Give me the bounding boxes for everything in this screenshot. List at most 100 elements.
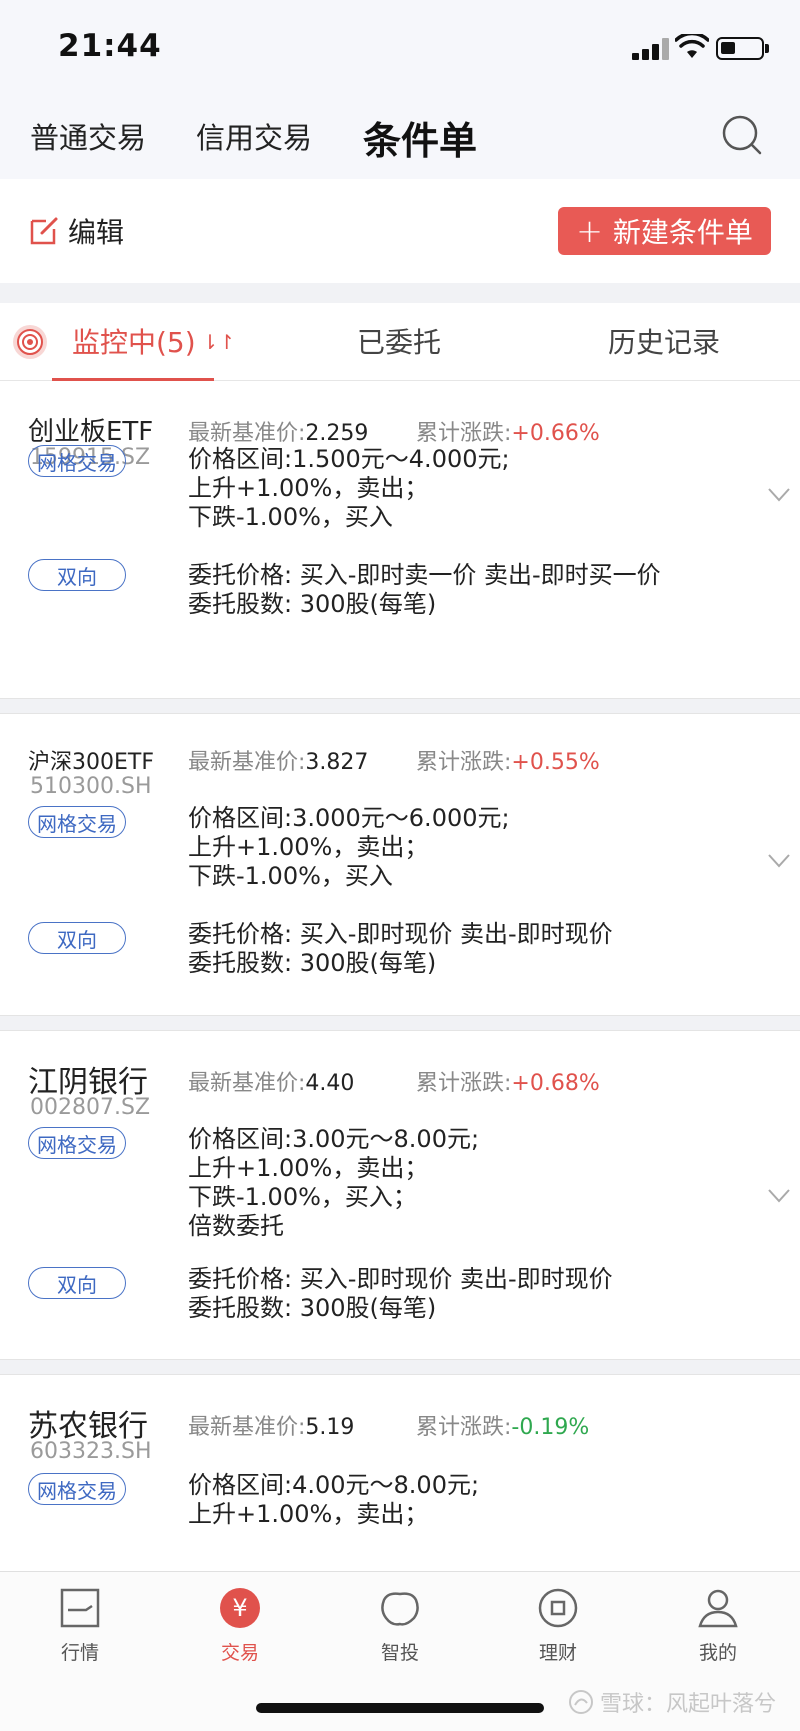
- tab-profile[interactable]: 我的: [668, 1586, 768, 1665]
- cumulative-change: 累计涨跌:-0.19%: [416, 1409, 589, 1441]
- top-nav: 普通交易 信用交易 条件单: [0, 95, 800, 179]
- rule-line: 价格区间:3.000元～6.000元;: [188, 804, 510, 832]
- tab-trade[interactable]: ¥ 交易: [190, 1586, 290, 1665]
- change-label: 累计涨跌:: [416, 1415, 512, 1440]
- market-chart-icon: [60, 1588, 100, 1628]
- change-label: 累计涨跌:: [416, 421, 512, 446]
- rule-line: 上升+1.00%，卖出；: [188, 1154, 429, 1182]
- edit-icon: [30, 217, 58, 245]
- change-value: -0.19%: [511, 1415, 590, 1440]
- watermark: 雪球：风起叶落兮: [568, 1686, 776, 1718]
- base-price-label: 最新基准价:: [188, 1415, 306, 1440]
- stock-code: 002807.SZ: [30, 1095, 151, 1120]
- rule-block: 价格区间:1.500元～4.000元; 上升+1.00%，卖出； 下跌-1.00…: [188, 445, 510, 532]
- tab-label: 交易: [220, 1642, 259, 1664]
- bidirectional-tag: 双向: [28, 559, 126, 591]
- trade-yen-glyph: ¥: [232, 1594, 247, 1622]
- tab-label: 智投: [380, 1642, 419, 1664]
- tab-label: 我的: [698, 1642, 737, 1664]
- tab-monitoring[interactable]: 监控中(5) ⇂↾: [72, 321, 235, 361]
- card-divider: [0, 698, 800, 714]
- tab-smart-invest[interactable]: 智投: [350, 1586, 450, 1665]
- search-icon[interactable]: [720, 113, 764, 157]
- wealth-icon: [538, 1588, 578, 1628]
- base-price: 最新基准价:4.40: [188, 1065, 354, 1097]
- entrust-shares: 委托股数: 300股(每笔): [188, 1294, 437, 1322]
- entrust-price: 委托价格: 买入-即时卖一价 卖出-即时买一价: [188, 561, 661, 589]
- entrust-price: 委托价格: 买入-即时现价 卖出-即时现价: [188, 920, 613, 948]
- home-indicator[interactable]: [256, 1703, 544, 1713]
- rule-line: 上升+1.00%，卖出；: [188, 833, 429, 861]
- user-icon: [698, 1589, 738, 1628]
- sort-icon[interactable]: ⇂↾: [202, 330, 236, 354]
- rule-line: 倍数委托: [188, 1212, 284, 1240]
- snowball-logo-icon: [569, 1690, 593, 1714]
- status-bar: 21:44: [0, 0, 800, 95]
- tab-history[interactable]: 历史记录: [608, 321, 720, 361]
- change-label: 累计涨跌:: [416, 1071, 512, 1096]
- rule-line: 上升+1.00%，卖出；: [188, 1500, 429, 1528]
- chevron-down-icon[interactable]: [768, 1189, 790, 1203]
- entrust-block: 委托价格: 买入-即时现价 卖出-即时现价 委托股数: 300股(每笔): [188, 1265, 613, 1323]
- page: 21:44 普通交易 信用交易 条件单 编辑 + 新建条件单 监控中(5) ⇂↾…: [0, 0, 800, 1731]
- tab-market[interactable]: 行情: [30, 1586, 130, 1665]
- tab-entrusted[interactable]: 已委托: [357, 321, 441, 361]
- base-price-value: 5.19: [305, 1415, 355, 1440]
- tab-conditional-order[interactable]: 条件单: [363, 110, 477, 165]
- rule-line: 上升+1.00%，卖出；: [188, 474, 429, 502]
- tab-credit-trade[interactable]: 信用交易: [196, 115, 312, 157]
- grid-trade-tag: 网格交易: [28, 1473, 126, 1505]
- base-price-label: 最新基准价:: [188, 1071, 306, 1096]
- order-card[interactable]: 江阴银行 002807.SZ 最新基准价:4.40 累计涨跌:+0.68% 网格…: [0, 1031, 800, 1359]
- change-label: 累计涨跌:: [416, 750, 512, 775]
- tab-wealth[interactable]: 理财: [508, 1586, 608, 1665]
- rule-block: 价格区间:3.000元～6.000元; 上升+1.00%，卖出； 下跌-1.00…: [188, 804, 510, 891]
- base-price-label: 最新基准价:: [188, 421, 306, 446]
- order-card[interactable]: 创业板ETF 159915.SZ 最新基准价:2.259 累计涨跌:+0.66%…: [0, 381, 800, 698]
- rule-line: 下跌-1.00%，买入；: [188, 1183, 417, 1211]
- stock-name: 创业板ETF: [28, 417, 154, 447]
- entrust-price: 委托价格: 买入-即时现价 卖出-即时现价: [188, 1265, 613, 1293]
- stock-code: 603323.SH: [30, 1439, 152, 1464]
- base-price: 最新基准价:2.259: [188, 415, 368, 447]
- order-card[interactable]: 沪深300ETF 510300.SH 最新基准价:3.827 累计涨跌:+0.5…: [0, 714, 800, 1015]
- chevron-down-icon[interactable]: [768, 488, 790, 502]
- rule-block: 价格区间:3.00元～8.00元; 上升+1.00%，卖出； 下跌-1.00%，…: [188, 1125, 479, 1241]
- cumulative-change: 累计涨跌:+0.55%: [416, 744, 600, 776]
- grid-trade-tag: 网格交易: [28, 445, 126, 477]
- grid-trade-tag: 网格交易: [28, 806, 126, 838]
- plus-icon: +: [576, 212, 603, 250]
- order-list: 创业板ETF 159915.SZ 最新基准价:2.259 累计涨跌:+0.66%…: [0, 381, 800, 1575]
- rule-line: 下跌-1.00%，买入: [188, 503, 393, 531]
- tab-label: 行情: [60, 1642, 99, 1664]
- chevron-down-icon[interactable]: [768, 854, 790, 868]
- cumulative-change: 累计涨跌:+0.68%: [416, 1065, 600, 1097]
- base-price: 最新基准价:3.827: [188, 744, 368, 776]
- order-card[interactable]: 苏农银行 603323.SH 最新基准价:5.19 累计涨跌:-0.19% 网格…: [0, 1375, 800, 1575]
- status-tabs: 监控中(5) ⇂↾ 已委托 历史记录: [0, 303, 800, 381]
- cellular-signal-icon: [632, 38, 672, 60]
- section-divider: [0, 283, 800, 303]
- new-conditional-order-label: 新建条件单: [612, 216, 753, 249]
- grid-trade-tag: 网格交易: [28, 1127, 126, 1159]
- base-price-label: 最新基准价:: [188, 750, 306, 775]
- entrust-block: 委托价格: 买入-即时现价 卖出-即时现价 委托股数: 300股(每笔): [188, 920, 613, 978]
- change-value: +0.66%: [511, 421, 600, 446]
- tab-monitoring-label: 监控中(5): [72, 326, 196, 359]
- base-price: 最新基准价:5.19: [188, 1409, 354, 1441]
- new-conditional-order-button[interactable]: + 新建条件单: [558, 207, 771, 255]
- stock-name: 沪深300ETF: [28, 750, 154, 775]
- edit-button[interactable]: 编辑: [28, 209, 124, 253]
- change-value: +0.68%: [511, 1071, 600, 1096]
- cumulative-change: 累计涨跌:+0.66%: [416, 415, 600, 447]
- action-bar: 编辑 + 新建条件单: [0, 179, 800, 283]
- watermark-text: 雪球：风起叶落兮: [600, 1692, 777, 1717]
- entrust-block: 委托价格: 买入-即时卖一价 卖出-即时买一价 委托股数: 300股(每笔): [188, 561, 661, 619]
- edit-label: 编辑: [68, 216, 125, 249]
- stock-code: 510300.SH: [30, 774, 152, 799]
- card-divider: [0, 1359, 800, 1375]
- smart-invest-icon: [381, 1592, 419, 1626]
- rule-block: 价格区间:4.00元～8.00元; 上升+1.00%，卖出；: [188, 1471, 479, 1529]
- wifi-icon: [675, 34, 709, 58]
- tab-normal-trade[interactable]: 普通交易: [30, 115, 146, 157]
